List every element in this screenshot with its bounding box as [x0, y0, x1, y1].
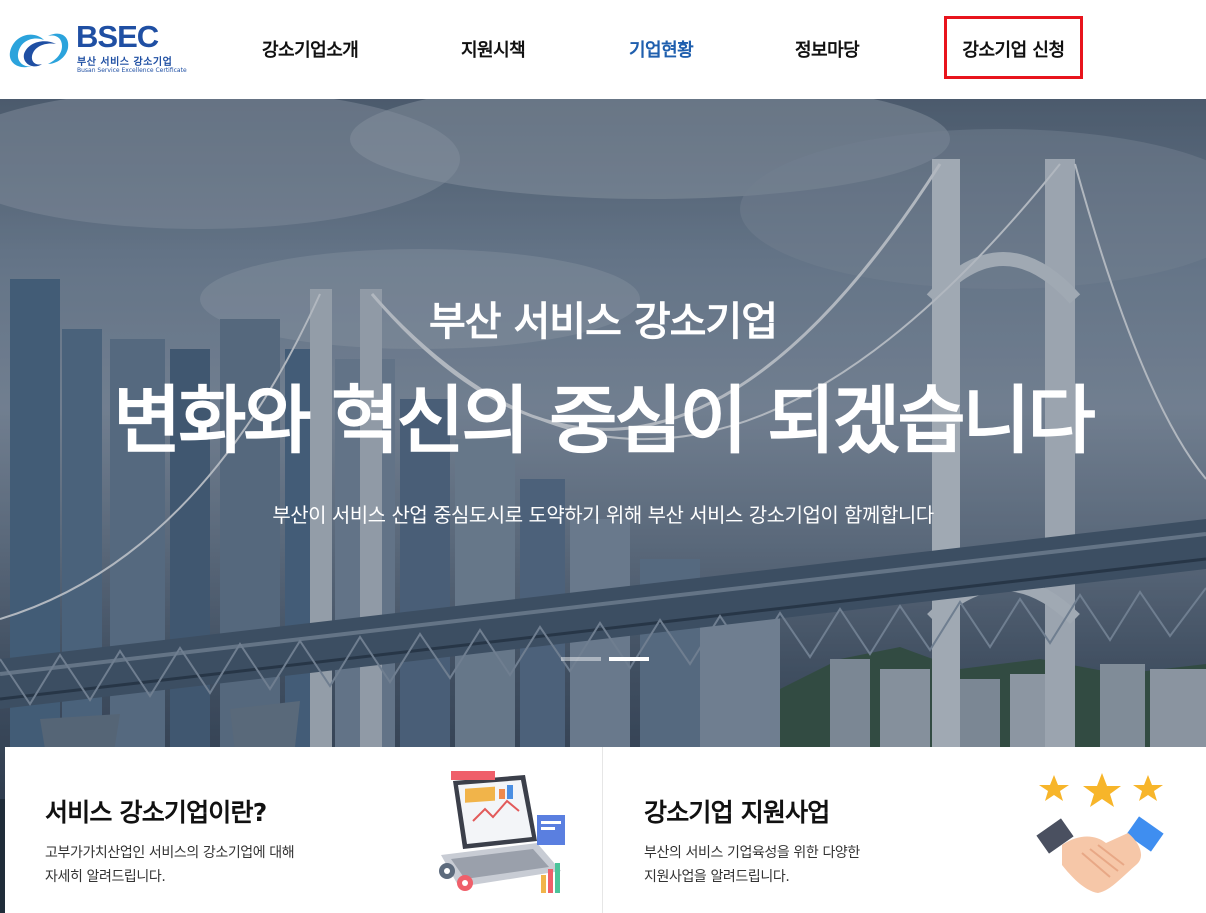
- apply-button[interactable]: 강소기업 신청: [944, 16, 1083, 79]
- handshake-stars-icon: [1036, 773, 1164, 893]
- card-about-service-companies[interactable]: 서비스 강소기업이란? 고부가가치산업인 서비스의 강소기업에 대해 자세히 알…: [5, 747, 603, 913]
- card-title: 서비스 강소기업이란?: [45, 798, 267, 827]
- nav-item-company-status[interactable]: 기업현황: [629, 36, 694, 62]
- site-header: BSEC 부산 서비스 강소기업 Busan Service Excellenc…: [0, 0, 1206, 99]
- nav-item-support-policy[interactable]: 지원시책: [461, 36, 526, 62]
- hero-kicker: 부산 서비스 강소기업: [428, 299, 778, 345]
- laptop-analytics-icon: [439, 771, 565, 893]
- card-title: 강소기업 지원사업: [644, 798, 830, 827]
- hero-description: 부산이 서비스 산업 중심도시로 도약하기 위해 부산 서비스 강소기업이 함께…: [272, 503, 934, 527]
- hero-title: 변화와 혁신의 중심이 되겠습니다: [113, 378, 1095, 464]
- feature-cards: 서비스 강소기업이란? 고부가가치산업인 서비스의 강소기업에 대해 자세히 알…: [5, 747, 1206, 913]
- card-description-line: 부산의 서비스 기업육성을 위한 다양한: [644, 845, 860, 861]
- card-description-line: 지원사업을 알려드립니다.: [644, 869, 790, 885]
- nav-item-about[interactable]: 강소기업소개: [262, 36, 359, 62]
- slide-indicator-1[interactable]: [561, 657, 601, 661]
- logo-brand: BSEC: [76, 19, 159, 54]
- card-description: 고부가가치산업인 서비스의 강소기업에 대해 자세히 알려드립니다.: [45, 841, 295, 889]
- nav-item-info[interactable]: 정보마당: [795, 36, 860, 62]
- card-support-programs[interactable]: 강소기업 지원사업 부산의 서비스 기업육성을 위한 다양한 지원사업을 알려드…: [604, 747, 1206, 913]
- site-logo[interactable]: BSEC 부산 서비스 강소기업 Busan Service Excellenc…: [4, 19, 187, 78]
- slide-indicator-2-active[interactable]: [609, 657, 649, 661]
- apply-button-label: 강소기업 신청: [962, 40, 1065, 61]
- card-description-line: 자세히 알려드립니다.: [45, 869, 166, 885]
- logo-subtitle: 부산 서비스 강소기업: [77, 57, 173, 68]
- card-description: 부산의 서비스 기업육성을 위한 다양한 지원사업을 알려드립니다.: [644, 841, 860, 889]
- card-description-line: 고부가가치산업인 서비스의 강소기업에 대해: [45, 845, 295, 861]
- logo-tagline: Busan Service Excellence Certificate: [77, 67, 187, 74]
- logo-swirl-icon: [9, 33, 69, 68]
